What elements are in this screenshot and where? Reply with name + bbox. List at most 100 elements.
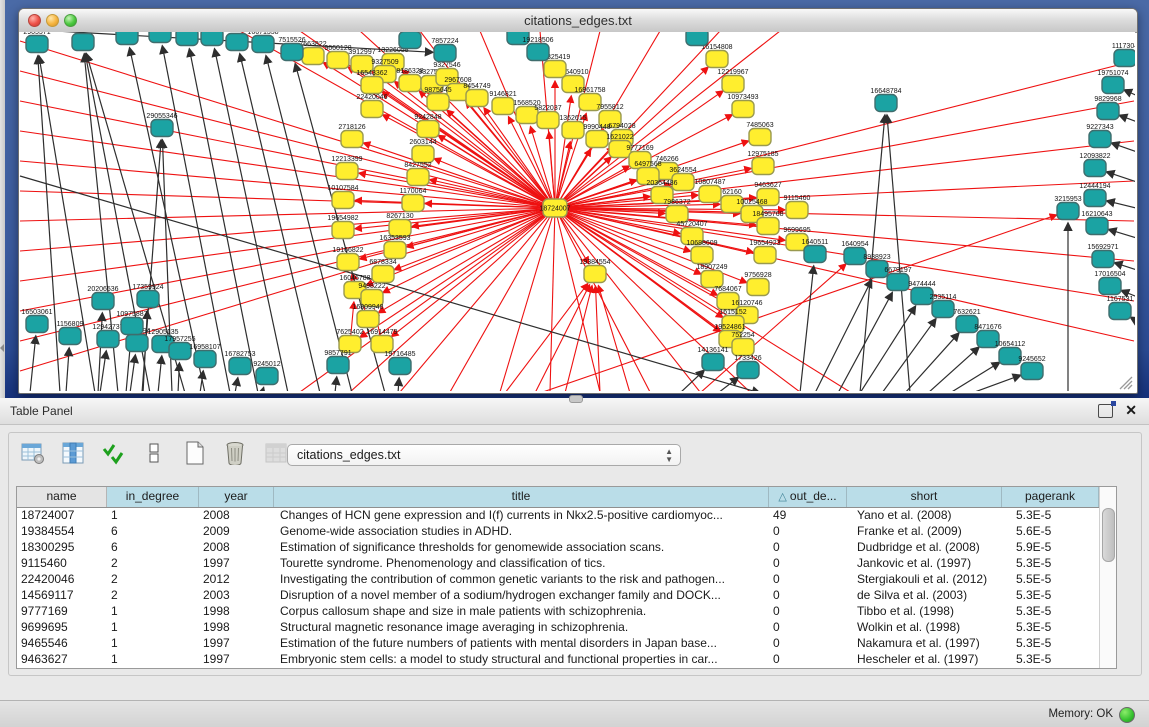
network-node[interactable]: 8454749: [463, 83, 490, 107]
network-node[interactable]: 16053809: [394, 32, 425, 49]
resize-grip-icon[interactable]: [1120, 377, 1132, 389]
table-row[interactable]: 1830029562008Estimation of significance …: [17, 540, 1116, 556]
network-node[interactable]: 17016504: [1094, 271, 1125, 295]
network-node[interactable]: 16809948: [352, 304, 383, 328]
table-row[interactable]: 1872400712008Changes of HCN gene express…: [17, 508, 1116, 524]
network-node[interactable]: 5822037: [534, 105, 561, 129]
network-node[interactable]: 16543362: [356, 70, 387, 94]
network-node[interactable]: 9857791: [324, 350, 351, 374]
network-node[interactable]: 9115460: [784, 195, 811, 219]
network-node[interactable]: 18495768: [752, 211, 783, 235]
left-panel-splitter[interactable]: [0, 0, 5, 398]
network-node[interactable]: 1117304: [1112, 43, 1135, 67]
network-node[interactable]: 17359924: [132, 284, 163, 308]
scrollbar-thumb[interactable]: [1102, 508, 1115, 562]
network-node[interactable]: 3215953: [1054, 196, 1081, 220]
network-node[interactable]: 12219967: [717, 69, 748, 93]
column-header-title[interactable]: title: [274, 487, 769, 507]
column-header-name[interactable]: name: [17, 487, 107, 507]
table-row[interactable]: 1938455462009Genome-wide association stu…: [17, 524, 1116, 540]
network-node[interactable]: 16782753: [224, 351, 255, 375]
network-node[interactable]: 1156809: [57, 321, 84, 345]
network-node[interactable]: 16648784: [870, 88, 901, 112]
network-view-window[interactable]: citations_edges.txt 18724007766382296601…: [18, 8, 1138, 394]
network-node[interactable]: 12213399: [331, 156, 362, 180]
network-node[interactable]: 1527002: [173, 32, 200, 46]
network-node[interactable]: 16154808: [701, 44, 732, 68]
network-node[interactable]: 20206536: [87, 286, 118, 310]
network-node[interactable]: 16503061: [21, 309, 52, 333]
column-header-out_de[interactable]: △ out_de...: [769, 487, 847, 507]
network-node[interactable]: 22420046: [356, 94, 387, 118]
table-row[interactable]: 969969511998Structural magnetic resonanc…: [17, 620, 1116, 636]
network-node[interactable]: 2603144: [409, 139, 436, 163]
network-node[interactable]: 19218506: [522, 37, 553, 61]
network-node[interactable]: 10973493: [727, 94, 758, 118]
network-node[interactable]: 16210643: [1081, 211, 1112, 235]
network-node[interactable]: 9829968: [1094, 96, 1121, 120]
network-node[interactable]: 12975185: [747, 151, 778, 175]
network-node[interactable]: 9245012: [253, 361, 280, 385]
network-node[interactable]: 6466160: [198, 32, 225, 46]
table-row[interactable]: 1456911722003Disruption of a novel membe…: [17, 588, 1116, 604]
network-node[interactable]: 2049371: [113, 32, 140, 45]
network-node[interactable]: 9245652: [1018, 356, 1045, 380]
network-node[interactable]: 9227343: [1086, 124, 1113, 148]
vertical-scrollbar[interactable]: [1099, 487, 1116, 668]
network-node[interactable]: 15692971: [1087, 244, 1118, 268]
network-node[interactable]: 2905571: [23, 32, 50, 53]
network-node[interactable]: 752254: [731, 332, 754, 356]
network-node[interactable]: 8427552: [404, 162, 431, 186]
table-dropdown[interactable]: citations_edges.txt ▲▼: [287, 444, 681, 466]
network-node[interactable]: 8267130: [386, 213, 413, 237]
network-node[interactable]: 12942737: [92, 324, 123, 348]
network-node[interactable]: 10653257: [144, 32, 175, 43]
network-node[interactable]: 14136141: [697, 347, 728, 371]
splitter-collapse-icon[interactable]: [0, 344, 4, 352]
float-window-icon[interactable]: [1098, 404, 1113, 418]
network-node[interactable]: 18907249: [696, 264, 727, 288]
column-header-in_degree[interactable]: in_degree: [107, 487, 199, 507]
clear-selection-icon[interactable]: [142, 441, 166, 465]
network-node[interactable]: 19654982: [327, 215, 358, 239]
network-node[interactable]: 1170064: [400, 188, 427, 212]
network-node[interactable]: 9756928: [744, 272, 771, 296]
network-node[interactable]: 16958107: [189, 344, 220, 368]
column-header-year[interactable]: year: [199, 487, 274, 507]
network-node[interactable]: 1167531: [1107, 296, 1134, 320]
network-node[interactable]: 16353593: [379, 235, 410, 259]
show-column-icon[interactable]: [61, 441, 85, 465]
network-node[interactable]: 10975887: [116, 311, 147, 335]
network-node[interactable]: 19166822: [332, 247, 363, 271]
network-node[interactable]: 10688609: [686, 240, 717, 264]
network-node[interactable]: 12093822: [1079, 153, 1110, 177]
network-node[interactable]: 7986372: [663, 199, 690, 223]
network-node[interactable]: 18724007: [539, 199, 570, 217]
new-table-icon[interactable]: [183, 441, 207, 465]
column-header-pagerank[interactable]: pagerank: [1002, 487, 1099, 507]
table-row[interactable]: 977716911998Corpus callosum shape and si…: [17, 604, 1116, 620]
network-node[interactable]: 6878334: [369, 259, 396, 283]
network-node[interactable]: 12444194: [1079, 183, 1110, 207]
network-node[interactable]: 9875645: [424, 87, 451, 111]
network-node[interactable]: 27691406: [67, 32, 98, 51]
table-row[interactable]: 946554611997Estimation of the future num…: [17, 636, 1116, 652]
network-node[interactable]: 7625402: [336, 329, 363, 353]
column-header-short[interactable]: short: [847, 487, 1002, 507]
network-node[interactable]: 2887682: [683, 32, 710, 46]
network-node[interactable]: 7515526: [278, 37, 305, 61]
network-canvas[interactable]: 1872400776638229660128391299713226058932…: [19, 32, 1135, 391]
panel-splitter-handle[interactable]: [569, 395, 583, 403]
network-node[interactable]: 7857224: [431, 38, 458, 62]
close-panel-icon[interactable]: ✕: [1125, 402, 1137, 418]
memory-ok-indicator[interactable]: [1119, 707, 1135, 723]
network-node[interactable]: 1640511: [802, 239, 829, 263]
delete-icon[interactable]: [223, 441, 247, 465]
table-row[interactable]: 2242004622012Investigating the contribut…: [17, 572, 1116, 588]
network-node[interactable]: 19751074: [1097, 70, 1128, 94]
table-row[interactable]: 946362711997Embryonic stem cells: a mode…: [17, 652, 1116, 668]
window-titlebar[interactable]: citations_edges.txt: [19, 9, 1137, 33]
network-node[interactable]: 7485063: [746, 122, 773, 146]
network-node[interactable]: 9498222: [358, 283, 385, 307]
select-all-icon[interactable]: [102, 441, 126, 465]
